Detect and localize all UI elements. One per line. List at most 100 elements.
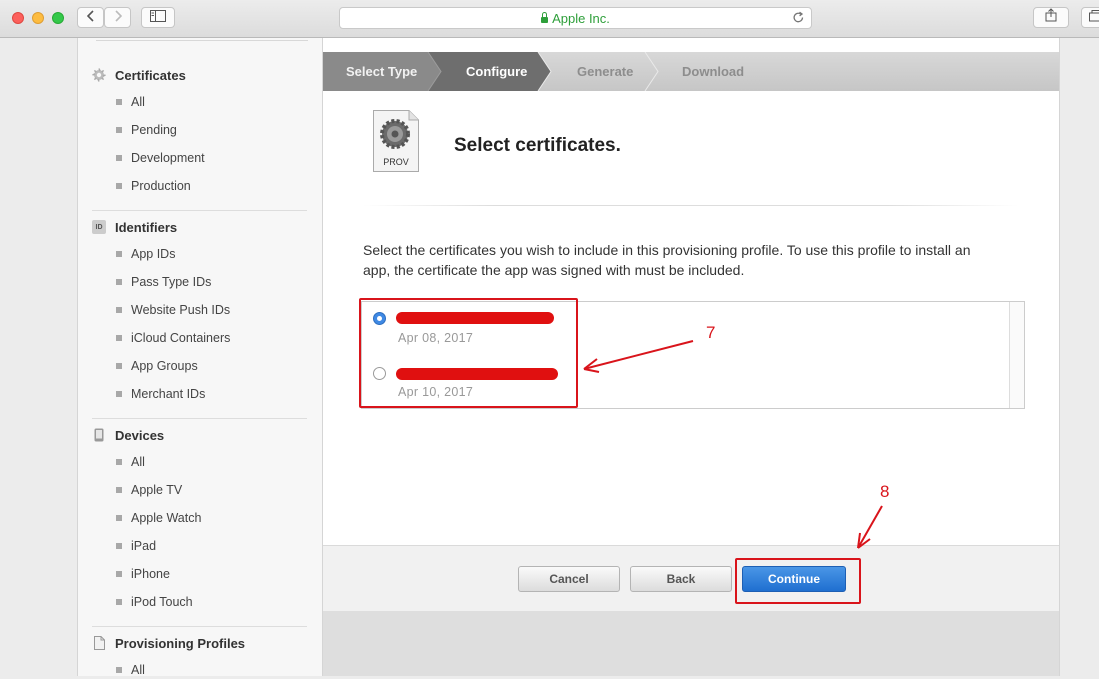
- annotation-box-certificates: [359, 298, 578, 408]
- sidebar-divider: [92, 210, 307, 211]
- sidebar-item-iphone[interactable]: iPhone: [116, 565, 170, 583]
- cancel-button[interactable]: Cancel: [518, 566, 620, 592]
- sidebar-item-ipod-touch[interactable]: iPod Touch: [116, 593, 193, 611]
- step-generate: Generate: [577, 52, 633, 91]
- bullet-icon: [116, 667, 122, 673]
- developer-portal-page: Certificates All Pending Development Pro…: [77, 38, 1060, 676]
- bullet-icon: [116, 599, 122, 605]
- address-bar[interactable]: Apple Inc.: [339, 7, 812, 29]
- sidebar-item-app-groups[interactable]: App Groups: [116, 357, 198, 375]
- lock-icon: [541, 17, 548, 23]
- back-nav-button[interactable]: [77, 7, 104, 28]
- sidebar-item-devices-all[interactable]: All: [116, 453, 145, 471]
- bullet-icon: [116, 127, 122, 133]
- bullet-icon: [116, 279, 122, 285]
- sidebar-toggle-button[interactable]: [141, 7, 175, 28]
- step-select-type: Select Type: [346, 52, 417, 91]
- back-button[interactable]: Back: [630, 566, 732, 592]
- sidebar-section-provisioning-profiles[interactable]: Provisioning Profiles: [92, 633, 245, 653]
- content-top-strip: [323, 38, 1059, 53]
- sidebar-item-profiles-all[interactable]: All: [116, 661, 145, 679]
- sidebar-section-title: Identifiers: [115, 220, 177, 235]
- id-icon: ID: [92, 220, 106, 234]
- step-configure: Configure: [466, 52, 527, 91]
- sidebar-item-merchant-ids[interactable]: Merchant IDs: [116, 385, 205, 403]
- sidebar-item-label: Development: [131, 151, 205, 165]
- certificate-icon: [92, 68, 106, 82]
- reload-icon[interactable]: [792, 11, 805, 27]
- sidebar-item-pending[interactable]: Pending: [116, 121, 177, 139]
- bullet-icon: [116, 251, 122, 257]
- prov-icon-label: PROV: [373, 157, 419, 167]
- main-content: Select Type Configure Generate Download …: [323, 38, 1059, 676]
- tabs-icon: [1089, 9, 1099, 27]
- sidebar-item-app-ids[interactable]: App IDs: [116, 245, 175, 263]
- sidebar-item-label: Pass Type IDs: [131, 275, 211, 289]
- sidebar-item-label: App Groups: [131, 359, 198, 373]
- provisioning-profile-icon: PROV: [373, 110, 419, 172]
- annotation-arrow-icon: [851, 503, 891, 553]
- document-icon: [92, 636, 106, 650]
- annotation-arrow-icon: [578, 333, 698, 378]
- sidebar-divider: [92, 418, 307, 419]
- sidebar-item-label: Merchant IDs: [131, 387, 205, 401]
- step-download: Download: [682, 52, 744, 91]
- action-footer: Cancel Back Continue: [323, 545, 1059, 611]
- annotation-label-8: 8: [880, 482, 889, 502]
- list-scrollbar[interactable]: [1009, 302, 1024, 408]
- page-bottom-area: [323, 611, 1059, 676]
- sidebar-item-icloud-containers[interactable]: iCloud Containers: [116, 329, 230, 347]
- wizard-steps: Select Type Configure Generate Download: [323, 52, 1059, 91]
- sidebar-item-label: All: [131, 95, 145, 109]
- chevron-right-icon: [114, 9, 122, 27]
- bullet-icon: [116, 335, 122, 341]
- share-icon: [1045, 8, 1057, 27]
- tabs-overview-button[interactable]: [1081, 7, 1099, 28]
- sidebar-item-production[interactable]: Production: [116, 177, 191, 195]
- sidebar-section-devices[interactable]: Devices: [92, 425, 164, 445]
- sidebar-item-apple-tv[interactable]: Apple TV: [116, 481, 182, 499]
- sidebar-item-label: App IDs: [131, 247, 175, 261]
- sidebar: Certificates All Pending Development Pro…: [78, 38, 323, 676]
- close-window-button[interactable]: [12, 12, 24, 24]
- sidebar-item-label: iPhone: [131, 567, 170, 581]
- annotation-label-7: 7: [706, 323, 715, 343]
- bullet-icon: [116, 487, 122, 493]
- bullet-icon: [116, 183, 122, 189]
- page-heading: Select certificates.: [454, 135, 621, 157]
- sidebar-item-label: iPod Touch: [131, 595, 193, 609]
- minimize-window-button[interactable]: [32, 12, 44, 24]
- sidebar-section-certificates[interactable]: Certificates: [92, 65, 186, 85]
- sidebar-item-label: Apple Watch: [131, 511, 201, 525]
- sidebar-section-title: Certificates: [115, 68, 186, 83]
- sidebar-item-label: All: [131, 455, 145, 469]
- browser-toolbar: Apple Inc.: [0, 0, 1099, 38]
- sidebar-item-label: Production: [131, 179, 191, 193]
- description-text: Select the certificates you wish to incl…: [363, 240, 993, 280]
- annotation-box-continue: [735, 558, 861, 604]
- bullet-icon: [116, 543, 122, 549]
- zoom-window-button[interactable]: [52, 12, 64, 24]
- bullet-icon: [116, 363, 122, 369]
- sidebar-item-ipad[interactable]: iPad: [116, 537, 156, 555]
- bullet-icon: [116, 307, 122, 313]
- sidebar-icon: [150, 9, 166, 27]
- sidebar-item-label: Apple TV: [131, 483, 182, 497]
- device-icon: [92, 428, 106, 442]
- bullet-icon: [116, 459, 122, 465]
- sidebar-item-label: Pending: [131, 123, 177, 137]
- sidebar-divider: [92, 626, 307, 627]
- sidebar-section-title: Provisioning Profiles: [115, 636, 245, 651]
- sidebar-item-website-push-ids[interactable]: Website Push IDs: [116, 301, 230, 319]
- sidebar-item-apple-watch[interactable]: Apple Watch: [116, 509, 201, 527]
- sidebar-item-certificates-all[interactable]: All: [116, 93, 145, 111]
- forward-nav-button[interactable]: [104, 7, 131, 28]
- sidebar-item-label: iPad: [131, 539, 156, 553]
- sidebar-item-label: Website Push IDs: [131, 303, 230, 317]
- sidebar-section-identifiers[interactable]: ID Identifiers: [92, 217, 177, 237]
- bullet-icon: [116, 99, 122, 105]
- sidebar-item-development[interactable]: Development: [116, 149, 205, 167]
- share-button[interactable]: [1033, 7, 1069, 28]
- sidebar-item-pass-type-ids[interactable]: Pass Type IDs: [116, 273, 211, 291]
- sidebar-section-title: Devices: [115, 428, 164, 443]
